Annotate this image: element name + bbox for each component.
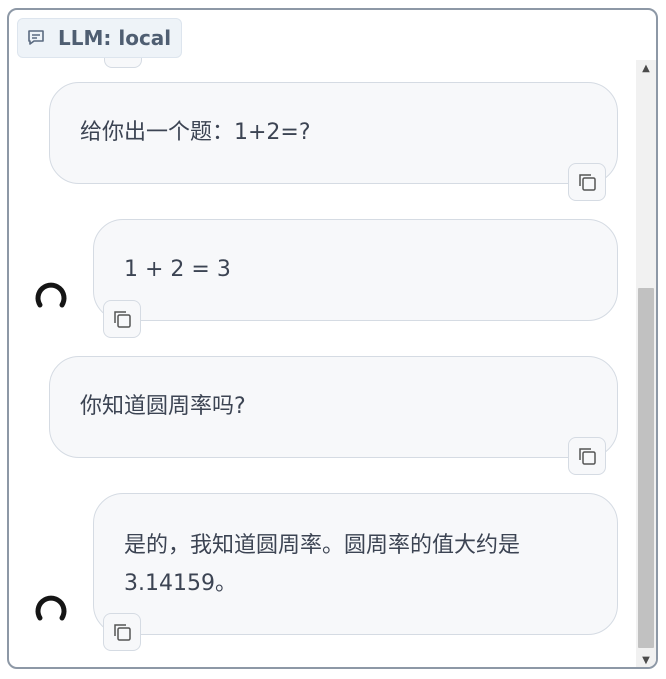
assistant-message: 1 + 2 = 3 (93, 219, 618, 321)
user-message: 你知道圆周率吗? (49, 356, 618, 458)
assistant-avatar-icon (35, 282, 67, 308)
message-text: 你知道圆周率吗? (80, 394, 246, 419)
model-badge: LLM: local (17, 18, 183, 58)
copy-button[interactable] (568, 163, 606, 201)
copy-button[interactable] (103, 300, 141, 338)
scroll-down-arrow-icon[interactable]: ▼ (636, 652, 656, 667)
message-text: 给你出一个题：1+2=? (80, 120, 311, 145)
assistant-avatar-icon (35, 595, 67, 621)
assistant-message: 是的，我知道圆周率。圆周率的值大约是3.14159。 (93, 493, 618, 635)
copy-icon (579, 174, 596, 191)
chat-panel: LLM: local 给你出一个题：1+2=? 1 + 2 = 3 你知道圆周率… (7, 8, 658, 669)
message-text: 1 + 2 = 3 (124, 257, 231, 282)
copy-button[interactable] (568, 437, 606, 475)
vertical-scrollbar[interactable]: ▲ ▼ (636, 60, 656, 667)
copy-icon (114, 311, 131, 328)
copy-icon (114, 624, 131, 641)
copy-button[interactable] (103, 613, 141, 651)
scroll-up-arrow-icon[interactable]: ▲ (636, 60, 656, 76)
scrollbar-thumb[interactable] (638, 288, 654, 648)
user-message: 给你出一个题：1+2=? (49, 82, 618, 184)
message-text: 是的，我知道圆周率。圆周率的值大约是3.14159。 (124, 533, 521, 596)
chat-icon (28, 30, 44, 45)
copy-icon (579, 448, 596, 465)
model-badge-label: LLM: local (58, 26, 172, 50)
